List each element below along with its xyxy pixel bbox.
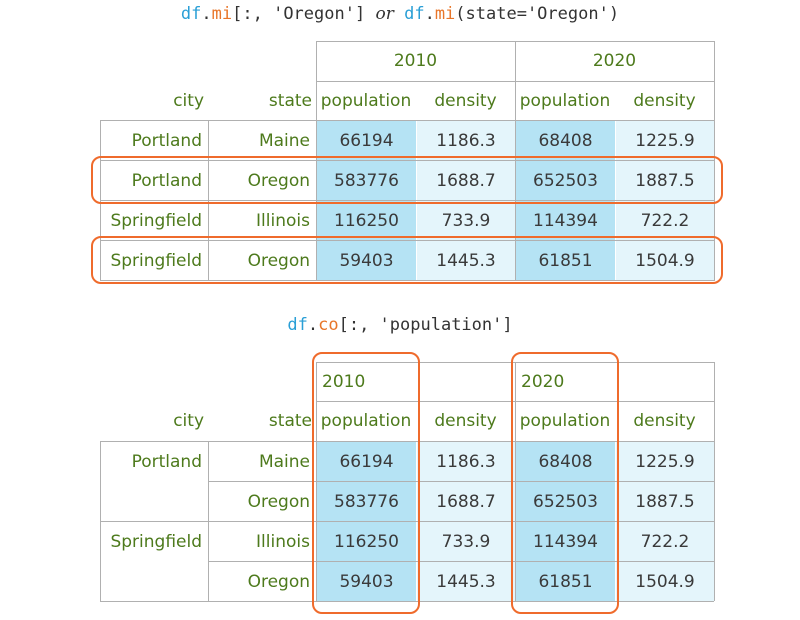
cell-den-2010: 1445.3 [417,562,515,601]
cell-den-2020: 1887.5 [616,482,714,521]
col-header-density: density [615,401,714,441]
cell-den-2010: 1688.7 [417,482,515,521]
highlight-col-population-2020 [511,352,619,614]
row-state: Oregon [208,482,316,522]
index-city-springfield: Springfield [100,522,208,562]
cell-den-2020: 1225.9 [616,442,714,481]
cell-den-2020: 1504.9 [616,562,714,601]
index-header-state: state [208,401,316,441]
index-header-city: city [100,401,208,441]
highlight-col-population-2010 [312,352,420,614]
table-co-selection: 2010 2020 city state population density … [0,0,800,620]
cell-den-2020: 722.2 [616,522,714,561]
cell-den-2010: 733.9 [417,522,515,561]
col-header-density: density [416,401,515,441]
row-state: Illinois [208,522,316,562]
index-city-portland: Portland [100,442,208,482]
cell-den-2010: 1186.3 [417,442,515,481]
row-state: Oregon [208,562,316,602]
row-state: Maine [208,442,316,482]
